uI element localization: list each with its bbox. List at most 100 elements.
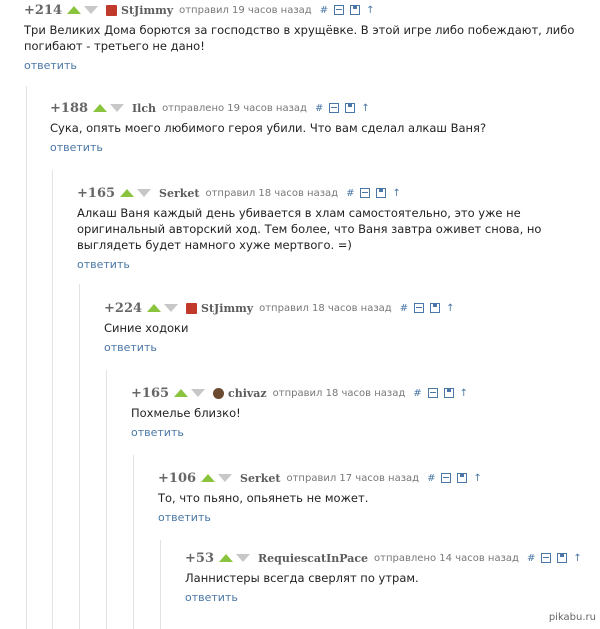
collapse-icon[interactable] — [441, 473, 452, 483]
parent-up-icon[interactable]: ↑ — [446, 303, 454, 314]
save-icon[interactable] — [557, 553, 568, 563]
comment: +224 StJimmy отправил 18 часов назад # ↑ Сини… — [104, 300, 596, 355]
comment-author[interactable]: Ilch — [132, 102, 156, 115]
comment-text: То, что пьяно, опьянеть не может. — [158, 491, 369, 505]
upvote-arrow-icon[interactable] — [93, 104, 108, 112]
comment-text: Три Великих Дома борются за господство в… — [24, 23, 575, 53]
downvote-arrow-icon[interactable] — [164, 304, 179, 312]
comment-timestamp: отправил 18 часов назад — [272, 387, 406, 399]
permalink-hash-icon[interactable]: # — [320, 5, 328, 16]
save-icon[interactable] — [345, 103, 356, 113]
comment-author[interactable]: StJimmy — [121, 4, 173, 17]
comment-text: Похмелье близко! — [131, 406, 241, 420]
downvote-arrow-icon[interactable] — [84, 6, 99, 14]
reply-link[interactable]: ответить — [24, 59, 77, 72]
avatar[interactable] — [186, 302, 198, 314]
reply-link[interactable]: ответить — [104, 341, 157, 354]
thread-line — [79, 284, 80, 629]
comment-header: +165 Serket отправил 18 часов назад # ↑ — [77, 185, 596, 201]
permalink-hash-icon[interactable]: # — [527, 553, 535, 564]
thread-line — [160, 540, 161, 629]
comment-timestamp: отправил 19 часов назад — [179, 4, 312, 16]
collapse-icon[interactable] — [541, 553, 552, 563]
collapse-icon[interactable] — [334, 5, 345, 15]
comment-rating: +106 — [158, 470, 197, 486]
upvote-arrow-icon[interactable] — [218, 554, 233, 562]
thread-line — [133, 455, 134, 629]
upvote-arrow-icon[interactable] — [174, 389, 189, 397]
comment-rating: +214 — [24, 2, 63, 18]
comment-header: +106 Serket отправил 17 часов назад # ↑ — [158, 470, 596, 486]
reply-link[interactable]: ответить — [158, 511, 211, 524]
downvote-arrow-icon[interactable] — [218, 474, 233, 482]
upvote-arrow-icon[interactable] — [67, 6, 82, 14]
comment-rating: +224 — [104, 300, 143, 316]
comment-timestamp: отправлено 14 часов назад — [374, 552, 519, 564]
parent-up-icon[interactable]: ↑ — [392, 188, 400, 199]
thread-line — [52, 170, 53, 629]
comment-author[interactable]: Serket — [240, 472, 280, 485]
downvote-arrow-icon[interactable] — [235, 554, 250, 562]
collapse-icon[interactable] — [329, 103, 340, 113]
comment-header: +214 StJimmy отправил 19 часов назад # ↑ — [24, 2, 596, 18]
permalink-hash-icon[interactable]: # — [413, 388, 421, 399]
comment-rating: +188 — [50, 100, 89, 116]
reply-link[interactable]: ответить — [131, 426, 184, 439]
upvote-arrow-icon[interactable] — [147, 304, 162, 312]
comment-author[interactable]: RequiescatInPace — [258, 552, 368, 565]
thread-line — [106, 370, 107, 629]
comment: +188 Ilch отправлено 19 часов назад # ↑ Сука,… — [50, 100, 596, 155]
permalink-hash-icon[interactable]: # — [346, 188, 354, 199]
permalink-hash-icon[interactable]: # — [315, 103, 323, 114]
save-icon[interactable] — [457, 473, 468, 483]
downvote-arrow-icon[interactable] — [110, 104, 125, 112]
comment-text: Алкаш Ваня каждый день убивается в хлам … — [77, 206, 542, 252]
comment-timestamp: отправил 17 часов назад — [286, 472, 420, 484]
reply-link[interactable]: ответить — [185, 591, 238, 604]
comment-text: Ланнистеры всегда сверлят по утрам. — [185, 571, 419, 585]
reply-link[interactable]: ответить — [50, 141, 103, 154]
avatar[interactable] — [106, 4, 118, 16]
permalink-hash-icon[interactable]: # — [400, 303, 408, 314]
comment-header: +224 StJimmy отправил 18 часов назад # ↑ — [104, 300, 596, 316]
avatar[interactable] — [213, 387, 225, 399]
collapse-icon[interactable] — [414, 303, 425, 313]
save-icon[interactable] — [430, 303, 441, 313]
save-icon[interactable] — [376, 188, 387, 198]
save-icon[interactable] — [443, 388, 454, 398]
comment-rating: +165 — [77, 185, 116, 201]
comment-timestamp: отправил 18 часов назад — [259, 302, 392, 314]
downvote-arrow-icon[interactable] — [191, 389, 206, 397]
reply-link[interactable]: ответить — [77, 258, 130, 271]
comment-timestamp: отправлено 19 часов назад — [162, 102, 307, 114]
upvote-arrow-icon[interactable] — [201, 474, 216, 482]
comment-author[interactable]: Serket — [159, 187, 199, 200]
comment: +165 Serket отправил 18 часов назад # ↑ Алкаш… — [77, 185, 596, 272]
comment-text: Синие ходоки — [104, 321, 189, 335]
parent-up-icon[interactable]: ↑ — [473, 473, 481, 484]
permalink-hash-icon[interactable]: # — [427, 473, 435, 484]
comment-author[interactable]: chivaz — [228, 387, 267, 400]
comment-text: Сука, опять моего любимого героя убили. … — [50, 121, 487, 135]
comment-rating: +53 — [185, 550, 214, 566]
collapse-icon[interactable] — [427, 388, 438, 398]
comment: +53 RequiescatInPace отправлено 14 часов н… — [185, 550, 596, 605]
upvote-arrow-icon[interactable] — [120, 189, 135, 197]
comment-header: +165 chivaz отправил 18 часов назад # ↑ — [131, 385, 596, 401]
comment-timestamp: отправил 18 часов назад — [205, 187, 339, 199]
parent-up-icon[interactable]: ↑ — [573, 553, 581, 564]
comment-author[interactable]: StJimmy — [201, 302, 253, 315]
thread-line — [26, 86, 27, 629]
downvote-arrow-icon[interactable] — [137, 189, 152, 197]
comment-header: +53 RequiescatInPace отправлено 14 часов н… — [185, 550, 596, 566]
parent-up-icon[interactable]: ↑ — [361, 103, 369, 114]
comment: +165 chivaz отправил 18 часов назад # ↑ Похме… — [131, 385, 596, 440]
save-icon[interactable] — [350, 5, 361, 15]
watermark: pikabu.ru — [548, 612, 596, 623]
parent-up-icon[interactable]: ↑ — [366, 5, 374, 16]
comment: +106 Serket отправил 17 часов назад # ↑ То, ч… — [158, 470, 596, 525]
comment-header: +188 Ilch отправлено 19 часов назад # ↑ — [50, 100, 596, 116]
comment: +214 StJimmy отправил 19 часов назад # ↑ Три … — [24, 2, 596, 73]
parent-up-icon[interactable]: ↑ — [460, 388, 468, 399]
collapse-icon[interactable] — [360, 188, 371, 198]
